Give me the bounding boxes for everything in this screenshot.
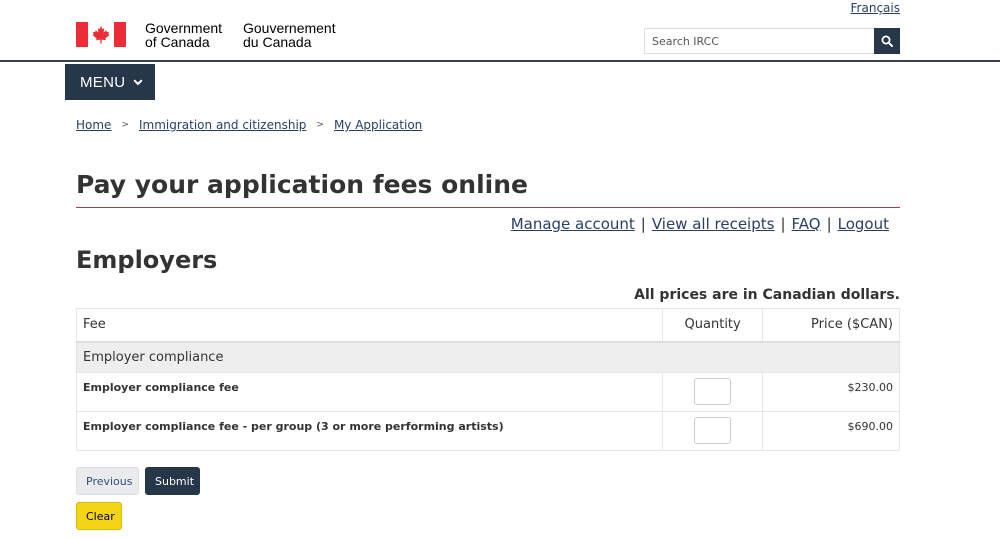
table-row: Employer compliance fee $230.00	[75, 372, 900, 412]
breadcrumb: Home > Immigration and citizenship > My …	[76, 118, 422, 132]
search-button[interactable]	[874, 28, 900, 54]
quantity-input[interactable]	[694, 378, 732, 405]
breadcrumb-separator-icon: >	[121, 120, 129, 130]
government-of-canada-wordmark-fr: Gouvernement du Canada	[243, 21, 336, 49]
section-title: Employers	[76, 246, 218, 274]
clear-button[interactable]: Clear	[76, 502, 122, 530]
canada-flag-icon[interactable]	[76, 22, 126, 47]
wordmark-fr-line2: du Canada	[243, 34, 312, 50]
wordmark-fr-line1: Gouvernement	[243, 20, 336, 36]
link-separator: |	[780, 215, 786, 233]
table-row: Employer compliance fee - per group (3 o…	[75, 411, 900, 451]
faq-link[interactable]: FAQ	[792, 215, 821, 233]
submit-button[interactable]: Submit	[145, 467, 200, 495]
breadcrumb-home[interactable]: Home	[76, 118, 111, 132]
wordmark-en-line2: of Canada	[145, 34, 210, 50]
column-header-fee: Fee	[75, 308, 664, 343]
fee-name: Employer compliance fee	[75, 372, 664, 412]
government-of-canada-wordmark-en: Government of Canada	[145, 21, 222, 49]
column-header-price: Price ($CAN)	[762, 308, 900, 343]
link-separator: |	[826, 215, 832, 233]
fee-name: Employer compliance fee - per group (3 o…	[75, 411, 664, 451]
logout-link[interactable]: Logout	[838, 215, 889, 233]
manage-account-link[interactable]: Manage account	[511, 215, 635, 233]
search-input[interactable]	[644, 28, 874, 54]
breadcrumb-separator-icon: >	[316, 120, 324, 130]
fee-price: $690.00	[762, 411, 900, 451]
menu-label: MENU	[80, 73, 126, 91]
fee-table: Fee Quantity Price ($CAN) Employer compl…	[75, 308, 900, 451]
group-label: Employer compliance	[76, 341, 900, 373]
chevron-down-icon	[133, 78, 143, 85]
language-toggle-link[interactable]: Français	[851, 1, 900, 15]
price-note: All prices are in Canadian dollars.	[634, 287, 900, 303]
wordmark-en-line1: Government	[145, 20, 223, 36]
column-header-quantity: Quantity	[662, 308, 764, 343]
table-header-row: Fee Quantity Price ($CAN)	[75, 308, 900, 343]
quantity-cell	[662, 411, 764, 451]
quantity-cell	[662, 372, 764, 412]
breadcrumb-my-application[interactable]: My Application	[334, 118, 422, 132]
page-title: Pay your application fees online	[76, 170, 900, 208]
fee-price: $230.00	[762, 372, 900, 412]
account-links: Manage account | View all receipts | FAQ…	[511, 215, 889, 233]
view-all-receipts-link[interactable]: View all receipts	[652, 215, 775, 233]
previous-button[interactable]: Previous	[76, 467, 139, 495]
menu-button[interactable]: MENU	[65, 64, 155, 100]
site-header: Français Government of Canada Gouverneme…	[0, 0, 1000, 62]
quantity-input[interactable]	[694, 417, 732, 444]
search-form	[644, 28, 900, 54]
table-group-row: Employer compliance	[76, 341, 900, 373]
link-separator: |	[640, 215, 646, 233]
search-icon	[881, 35, 893, 47]
breadcrumb-immigration[interactable]: Immigration and citizenship	[139, 118, 306, 132]
